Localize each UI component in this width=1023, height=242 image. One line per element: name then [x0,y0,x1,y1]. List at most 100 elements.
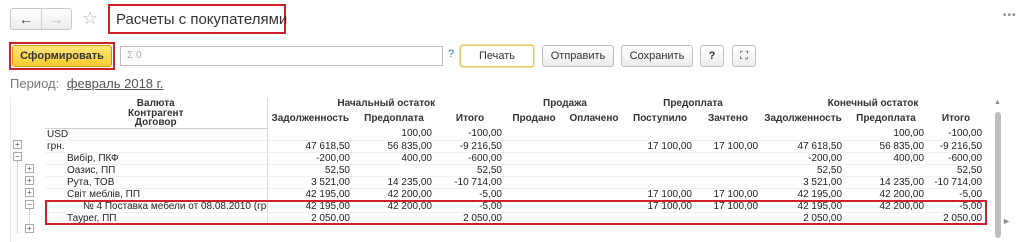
header-received: Поступило [633,112,687,124]
cell-received: 17 100,00 [625,200,695,213]
cell-o-debt: 3 521,00 [267,176,353,189]
cell-paid [563,212,625,225]
header-closing-prepay: Предоплата [856,112,916,124]
table-row[interactable]: № 4 Поставка мебели от 08.08.2010 (грн.)… [45,200,986,213]
header-closing-balance: Конечный остаток [827,98,919,108]
more-options-icon[interactable]: ••• [1003,10,1017,21]
collapse-icon[interactable]: − [13,152,22,161]
cell-o-total: -9 216,50 [435,140,505,153]
cell-c-total: -600,00 [927,152,986,165]
header-paid: Оплачено [569,112,619,124]
cell-received: 17 100,00 [625,188,695,201]
table-row[interactable]: Таурег, ПП 2 050,00 2 050,00 2 050,00 2 050,… [45,212,986,225]
row-name: Таурег, ПП [45,212,268,225]
table-row[interactable]: Рута, ТОВ 3 521,00 14 235,00 -10 714,00 3 52… [45,176,986,189]
header-opening-debt: Задолженность [271,112,350,124]
header-counterparty: Контрагент [45,108,268,118]
table-row[interactable]: Оазис, ПП 52,50 52,50 52,50 52,50 [45,164,986,177]
expand-icon[interactable]: + [25,164,34,173]
tree-guide-line [29,209,30,223]
cell-paid [563,140,625,153]
forward-arrow-icon[interactable]: → [41,9,71,29]
cell-received: 17 100,00 [625,140,695,153]
period-label: Период: [10,76,60,91]
header-currency: Валюта [45,98,268,108]
cell-sold [505,140,563,153]
table-row[interactable]: USD 100,00 -100,00 100,00 -100,00 [45,128,986,141]
header-prepayment: Предоплата [663,98,723,108]
cell-paid [563,164,625,177]
cell-offset: 17 100,00 [695,140,762,153]
cell-c-debt: 42 195,00 [761,188,846,201]
expand-icon[interactable]: + [13,140,22,149]
cell-received [625,152,695,165]
window-header: ← → ☆ Расчеты с покупателями ••• [0,0,1023,40]
cell-received [625,128,695,141]
help-button[interactable]: ? [700,45,724,67]
cell-c-debt: 47 618,50 [761,140,846,153]
expand-icon[interactable]: + [25,224,34,233]
table-row[interactable]: Вибір, ПКФ -200,00 400,00 -600,00 -200,00 400… [45,152,986,165]
table-row[interactable]: грн. 47 618,50 56 835,00 -9 216,50 17 100,00… [45,140,986,153]
cell-c-total: 52,50 [927,164,986,177]
cell-paid [563,200,625,213]
back-arrow-icon[interactable]: ← [11,9,41,29]
cell-c-debt: 52,50 [761,164,846,177]
cell-o-prepay: 42 200,00 [353,200,435,213]
header-closing-debt: Задолженность [764,112,842,124]
page-title: Расчеты с покупателями [116,10,288,28]
send-button[interactable]: Отправить [542,45,614,67]
print-button[interactable]: Печать [460,45,534,67]
cell-sold [505,212,563,225]
generate-report-button[interactable]: Сформировать [12,45,112,67]
row-name: Світ меблів, ПП [45,188,268,201]
cell-c-total: -9 216,50 [927,140,986,153]
cell-offset [695,176,762,189]
cell-c-prepay: 100,00 [845,128,928,141]
cell-o-prepay: 14 235,00 [353,176,435,189]
period-value-link[interactable]: февраль 2018 г. [67,76,164,91]
cell-o-debt [267,128,353,141]
title-highlight-frame: Расчеты с покупателями [108,4,288,34]
sum-field[interactable]: Σ 0 [120,46,443,66]
table-row[interactable]: Світ меблів, ПП 42 195,00 42 200,00 -5,00 17… [45,188,986,201]
cell-o-prepay: 56 835,00 [353,140,435,153]
report-toolbar: Сформировать Σ 0 ? Печать Отправить Сохр… [0,40,1023,72]
header-contract: Договор [45,118,268,129]
sum-help-icon[interactable]: ? [448,48,454,60]
cell-o-prepay: 400,00 [353,152,435,165]
favorite-star-icon[interactable]: ☆ [82,8,98,28]
save-button[interactable]: Сохранить [621,45,693,67]
expand-icon[interactable]: + [25,176,34,185]
cell-c-debt: -200,00 [761,152,846,165]
cell-offset [695,212,762,225]
cell-c-debt: 3 521,00 [761,176,846,189]
cell-c-prepay [845,212,928,225]
cell-o-total: -600,00 [435,152,505,165]
header-sold: Продано [512,112,556,124]
fullscreen-icon[interactable]: ⛶ [732,45,756,67]
cell-c-total: -5,00 [927,200,986,213]
cell-c-total: -100,00 [927,128,986,141]
row-name: Рута, ТОВ [45,176,268,189]
cell-c-prepay [845,164,928,177]
scroll-thumb[interactable] [995,112,1001,238]
collapse-icon[interactable]: − [25,200,34,209]
cell-c-prepay: 56 835,00 [845,140,928,153]
cell-offset: 17 100,00 [695,188,762,201]
header-closing-total: Итого [941,112,971,124]
row-name: № 4 Поставка мебели от 08.08.2010 (грн.) [45,200,268,213]
expand-icon[interactable]: + [25,188,34,197]
report-table: Валюта Начальный остаток Продажа Предопл… [45,98,986,225]
navigation-group: ← → [10,8,72,30]
header-opening-prepay: Предоплата [364,112,424,124]
cell-o-prepay [353,212,435,225]
cell-o-prepay: 100,00 [353,128,435,141]
cell-o-debt: 42 195,00 [267,188,353,201]
cell-sold [505,164,563,177]
cell-o-total: -5,00 [435,188,505,201]
cell-o-total: -10 714,00 [435,176,505,189]
scroll-right-icon[interactable]: ► [1002,216,1011,226]
scroll-up-icon[interactable]: ▲ [994,99,1001,106]
row-name: Вибір, ПКФ [45,152,268,165]
